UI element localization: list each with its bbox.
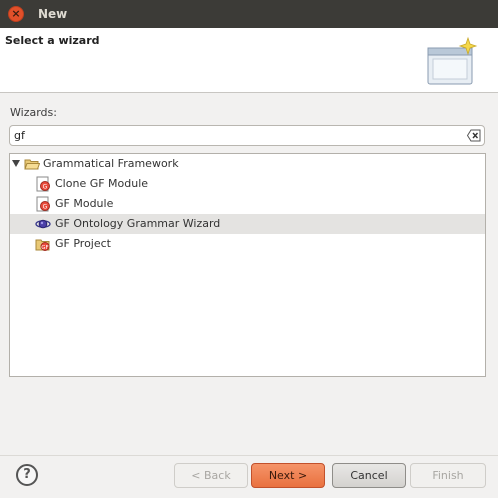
gf-module-icon: G xyxy=(36,196,50,212)
clear-filter-icon[interactable] xyxy=(467,129,481,142)
window-title: New xyxy=(38,7,68,21)
gf-project-icon: GF xyxy=(35,239,50,251)
cancel-button[interactable]: Cancel xyxy=(332,463,406,488)
next-button[interactable]: Next > xyxy=(251,463,325,488)
tree-item-gf-project[interactable]: GF GF Project xyxy=(10,234,485,254)
wizard-filter-field[interactable] xyxy=(9,125,485,146)
close-window-button[interactable]: × xyxy=(8,6,24,22)
tree-item-label: GF Project xyxy=(55,237,111,250)
wizard-header: Select a wizard xyxy=(0,28,498,93)
page-title: Select a wizard xyxy=(5,34,100,47)
help-button[interactable]: ? xyxy=(16,464,38,486)
wizards-label: Wizards: xyxy=(10,106,57,119)
tree-item-gf-ontology-grammar-wizard[interactable]: GF Ontology Grammar Wizard xyxy=(10,214,485,234)
title-bar: × New xyxy=(0,0,498,28)
tree-item-label: GF Module xyxy=(55,197,114,210)
wizard-tree[interactable]: Grammatical Framework G Clone GF Module … xyxy=(9,153,486,377)
ontology-icon xyxy=(35,219,51,229)
back-button[interactable]: < Back xyxy=(174,463,248,488)
expand-arrow-icon[interactable] xyxy=(12,160,20,167)
svg-text:G: G xyxy=(43,184,48,191)
tree-category-label: Grammatical Framework xyxy=(43,157,179,170)
folder-open-icon xyxy=(24,159,40,170)
tree-item-gf-module[interactable]: G GF Module xyxy=(10,194,485,214)
footer-divider xyxy=(0,455,498,456)
svg-text:GF: GF xyxy=(41,245,48,251)
tree-item-label: GF Ontology Grammar Wizard xyxy=(55,217,221,230)
tree-item-clone-gf-module[interactable]: G Clone GF Module xyxy=(10,174,485,194)
tree-category-grammatical-framework[interactable]: Grammatical Framework xyxy=(10,154,485,174)
tree-item-label: Clone GF Module xyxy=(55,177,149,190)
svg-text:G: G xyxy=(43,204,48,211)
filter-input[interactable] xyxy=(14,127,454,144)
new-wizard-banner-icon xyxy=(427,36,478,85)
finish-button[interactable]: Finish xyxy=(410,463,486,488)
gf-module-icon: G xyxy=(36,176,50,192)
